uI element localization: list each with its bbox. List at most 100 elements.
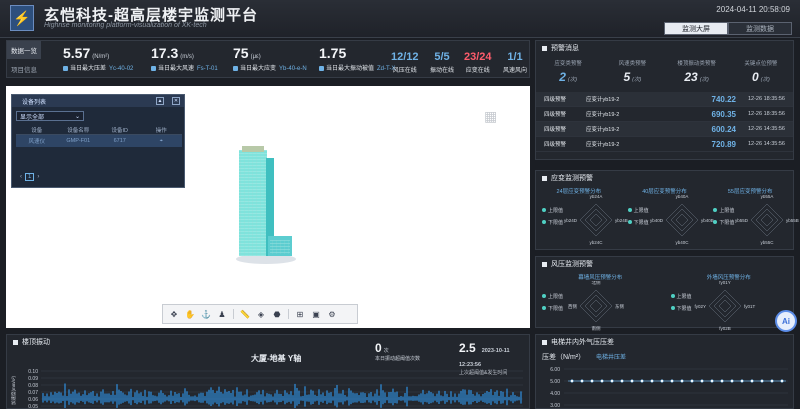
stat-dot-icon (63, 65, 68, 71)
building-3d-viewport[interactable]: 设备列表 ▲ ✕ 显示全部 ⌄ 设备 设备名称 设备ID 操作 风速仪 GMP-F… (6, 86, 530, 328)
series-point (760, 379, 764, 383)
radar-legend: 上限值 下限值 (670, 293, 692, 312)
radar-axis-label: yb55C (761, 240, 775, 245)
series-point (610, 379, 614, 383)
vibration-chart: 0.100.090.080.070.060.05 加速度(mm/s²) (10, 369, 523, 409)
radar-chart: 55层应变预警分布 yb55A yb55B yb55C yb55D 上限值 下限值 (707, 185, 799, 245)
radar-title: 幕墙风压预警分布 (578, 275, 623, 281)
radar-legend: 上限值 下限值 (542, 293, 563, 312)
tab-monitor-screen[interactable]: 监测大屏 (664, 22, 728, 35)
count-vibration-online: 5/5 振动在线 (430, 51, 455, 74)
series-point (780, 379, 784, 383)
ai-assistant-button[interactable]: Ai (775, 310, 797, 332)
warnings-table: 四级预警 应变计yb19-2 740.22 12-26 18:35:56 四级预警 应变… (536, 92, 793, 152)
person-icon[interactable]: ♟ (217, 309, 227, 319)
radar-axis-label: yb40D (650, 218, 664, 223)
table-row[interactable]: 四级预警 应变计yb19-2 720.89 12-26 14:35:56 (536, 137, 793, 152)
series-point (740, 379, 744, 383)
orbit-icon[interactable]: ✥ (169, 309, 179, 319)
radar-title: 外墙风压预警分布 (706, 275, 751, 281)
section-icon[interactable]: ◈ (256, 309, 266, 319)
radar-axis-label: yb40A (675, 195, 688, 199)
next-page-icon[interactable]: › (37, 174, 39, 180)
radar-axis-label: 西侧 (568, 303, 577, 310)
device-list-panel: 设备列表 ▲ ✕ 显示全部 ⌄ 设备 设备名称 设备ID 操作 风速仪 GMP-F… (11, 94, 185, 188)
series-point (590, 379, 594, 383)
table-row[interactable]: 风速仪 GMP-F01 6717 ⌖ (16, 135, 182, 147)
y-tick-label: 3.00 (550, 403, 560, 409)
stat-max-pressure: 5.57 (N/m²) 当日最大压差 Yc-40-02 (63, 45, 134, 72)
stat-dot-icon (151, 65, 156, 71)
series-point (580, 379, 584, 383)
table-row[interactable]: 四级预警 应变计yb19-2 740.22 12-26 18:35:56 (536, 92, 793, 107)
device-filter-select[interactable]: 显示全部 ⌄ (16, 111, 84, 121)
series-point (660, 379, 664, 383)
series-point (720, 379, 724, 383)
radar-chart: 40层应变预警分布 yb40A yb40B yb40C yb40D 上限值 下限值 (622, 185, 713, 245)
collapse-icon[interactable]: ▲ (156, 97, 164, 105)
radar-plot: fy01Y fy01T fy02B fy02Y (694, 281, 755, 331)
radar-legend: 上限值 下限值 (542, 207, 563, 226)
wind-title: 风压监测预警 (551, 261, 593, 268)
tab-monitor-data[interactable]: 监测数据 (728, 22, 792, 35)
stats-bar: 数据一览 项目信息 5.57 (N/m²) 当日最大压差 Yc-40-02 17.3… (6, 40, 530, 78)
series-point (670, 379, 674, 383)
series-point (750, 379, 754, 383)
series-point (770, 379, 774, 383)
y-tick-label: 0.05 (28, 404, 38, 409)
anchor-icon[interactable]: ⚓ (201, 309, 211, 319)
radar-axis-label: 北侧 (592, 281, 601, 286)
count-strain-online: 23/24 应变在线 (464, 51, 492, 74)
radar-plot: yb55A yb55B yb55C yb55D (735, 195, 799, 245)
prev-page-icon[interactable]: ‹ (20, 174, 22, 180)
warn-stat-keypoint: 关键点位预警 0 (次) (744, 61, 778, 84)
y-tick-label: 6.00 (550, 367, 560, 373)
radar-axis-label: 东侧 (615, 303, 624, 310)
tab-data-overview[interactable]: 数据一览 (7, 41, 41, 59)
properties-icon[interactable]: ▣ (311, 309, 321, 319)
radar-axis-label: yb24A (590, 195, 603, 199)
device-pagination: ‹ 1 › (20, 173, 39, 181)
view-cube-icon[interactable]: ▦ (484, 108, 504, 128)
panel-marker-icon (542, 45, 547, 51)
warn-stat-wind: 风速类预警 5 (次) (618, 61, 647, 84)
panel-marker-icon (13, 339, 18, 345)
table-row[interactable]: 四级预警 应变计yb19-2 690.35 12-26 18:35:56 (536, 107, 793, 122)
radar-legend: 上限值 下限值 (627, 207, 649, 226)
app-root: ⚡ 玄恺科技-超高层楼宇监测平台 Highrise monitoring pla… (0, 0, 800, 409)
radar-axis-label: yb55D (735, 218, 749, 223)
explode-icon[interactable]: ⬣ (272, 309, 282, 319)
settings-gear-icon[interactable]: ⚙ (327, 309, 337, 319)
stat-max-wind: 17.3 (m/s) 当日最大风速 Fs-T-01 (151, 45, 218, 72)
building-model[interactable] (236, 144, 296, 264)
measure-icon[interactable]: 📏 (240, 309, 250, 319)
stat-max-vibration: 1.75 当日最大振动被值 Zd-T-X (319, 45, 396, 72)
count-wind-pressure-online: 12/12 风压在线 (391, 51, 419, 74)
y-axis-label: 加速度(mm/s²) (10, 376, 17, 405)
app-header: ⚡ 玄恺科技-超高层楼宇监测平台 Highrise monitoring pla… (0, 0, 800, 38)
series-point (600, 379, 604, 383)
table-row[interactable]: 四级预警 应变计yb19-2 600.24 12-26 14:35:56 (536, 122, 793, 137)
elevator-pressure-panel: 电梯井内外气压压差 压差（N/m²） 电梯井压差 6.00 5.00 4.00 3.00 (535, 334, 794, 409)
model-tree-icon[interactable]: ⊞ (295, 309, 305, 319)
locate-icon[interactable]: ⌖ (141, 138, 183, 145)
tab-project-info[interactable]: 项目信息 (7, 60, 41, 78)
series-point (620, 379, 624, 383)
radar-legend: 上限值 下限值 (713, 207, 734, 226)
count-wind-direction: 1/1 风速风向 (503, 51, 528, 74)
panel-marker-icon (542, 339, 547, 345)
device-table-header: 设备 设备名称 设备ID 操作 (16, 125, 182, 135)
warn-stat-vibration: 楼顶振动类预警 23 (次) (677, 61, 716, 84)
close-icon[interactable]: ✕ (172, 97, 180, 105)
radar-axis-label: yb40C (675, 240, 689, 245)
series-point (690, 379, 694, 383)
page-number[interactable]: 1 (25, 173, 35, 181)
y-axis-label: 压差（N/m²） (542, 352, 585, 361)
series-point (570, 379, 574, 383)
warn-stat-strain: 应变类预警 2 (次) (554, 61, 582, 84)
elevator-chart: 压差（N/m²） 电梯井压差 6.00 5.00 4.00 3.00 (542, 352, 788, 409)
series-point (700, 379, 704, 383)
strain-radar-group: 24层应变预警分布 yb24A yb24B yb24C yb24D 上限值 下限值 40层应变… (536, 185, 799, 245)
wind-pressure-panel: 风压监测预警 幕墙风压预警分布 北侧 东侧 南侧 西侧 上限值 下限值 外墙风压预警分布 fy0… (535, 256, 794, 331)
pan-hand-icon[interactable]: ✋ (185, 309, 195, 319)
